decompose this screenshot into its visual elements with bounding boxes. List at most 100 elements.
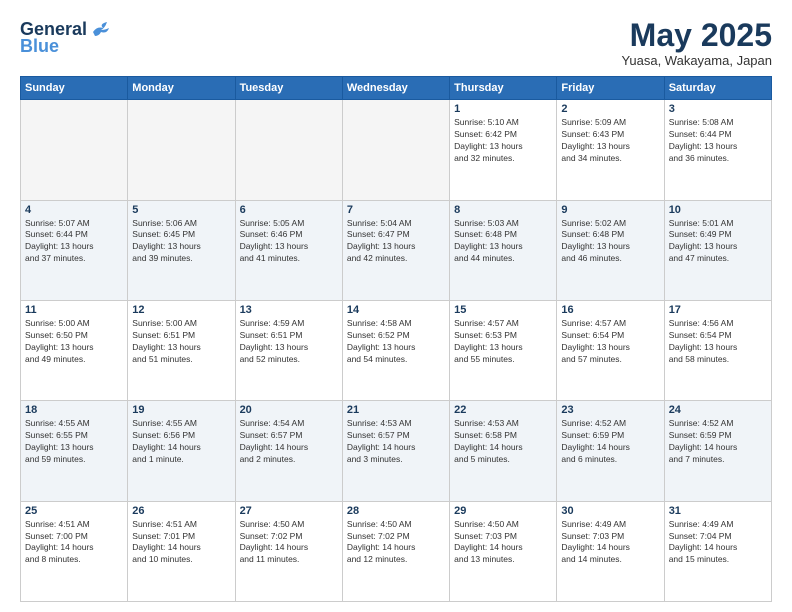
day-info: Sunrise: 4:56 AM Sunset: 6:54 PM Dayligh… [669,318,767,366]
col-sunday: Sunday [21,77,128,100]
day-info: Sunrise: 5:09 AM Sunset: 6:43 PM Dayligh… [561,117,659,165]
table-row: 30 Sunrise: 4:49 AM Sunset: 7:03 PM Dayli… [557,501,664,601]
day-number: 7 [347,204,445,216]
day-info: Sunrise: 4:52 AM Sunset: 6:59 PM Dayligh… [669,418,767,466]
day-number: 12 [132,304,230,316]
day-number: 22 [454,404,552,416]
calendar-week-row: 1 Sunrise: 5:10 AM Sunset: 6:42 PM Daylig… [21,100,772,200]
day-number: 6 [240,204,338,216]
day-info: Sunrise: 4:53 AM Sunset: 6:58 PM Dayligh… [454,418,552,466]
day-info: Sunrise: 4:49 AM Sunset: 7:04 PM Dayligh… [669,519,767,567]
logo-bird-icon [89,18,111,40]
table-row: 1 Sunrise: 5:10 AM Sunset: 6:42 PM Daylig… [450,100,557,200]
day-info: Sunrise: 4:57 AM Sunset: 6:54 PM Dayligh… [561,318,659,366]
table-row: 26Sunrise: 4:51 AM Sunset: 7:01 PM Dayli… [128,501,235,601]
day-info: Sunrise: 5:04 AM Sunset: 6:47 PM Dayligh… [347,218,445,266]
day-number: 21 [347,404,445,416]
day-number: 26 [132,505,230,517]
calendar-week-row: 25 Sunrise: 4:51 AM Sunset: 7:00 PM Dayli… [21,501,772,601]
day-number: 20 [240,404,338,416]
calendar-week-row: 4Sunrise: 5:07 AM Sunset: 6:44 PM Daylig… [21,200,772,300]
table-row: 27 Sunrise: 4:50 AM Sunset: 7:02 PM Dayli… [235,501,342,601]
day-number: 16 [561,304,659,316]
day-info: Sunrise: 5:06 AM Sunset: 6:45 PM Dayligh… [132,218,230,266]
table-row: 28Sunrise: 4:50 AM Sunset: 7:02 PM Dayli… [342,501,449,601]
day-number: 19 [132,404,230,416]
day-number: 25 [25,505,123,517]
day-info: Sunrise: 4:50 AM Sunset: 7:03 PM Dayligh… [454,519,552,567]
col-wednesday: Wednesday [342,77,449,100]
table-row: 7 Sunrise: 5:04 AM Sunset: 6:47 PM Daylig… [342,200,449,300]
day-number: 29 [454,505,552,517]
table-row: 8 Sunrise: 5:03 AM Sunset: 6:48 PM Daylig… [450,200,557,300]
day-info: Sunrise: 4:53 AM Sunset: 6:57 PM Dayligh… [347,418,445,466]
day-number: 9 [561,204,659,216]
day-info: Sunrise: 4:55 AM Sunset: 6:55 PM Dayligh… [25,418,123,466]
table-row: 19 Sunrise: 4:55 AM Sunset: 6:56 PM Dayli… [128,401,235,501]
table-row: 13Sunrise: 4:59 AM Sunset: 6:51 PM Dayli… [235,300,342,400]
title-area: May 2025 Yuasa, Wakayama, Japan [621,18,772,68]
month-title: May 2025 [621,18,772,53]
calendar-week-row: 11 Sunrise: 5:00 AM Sunset: 6:50 PM Dayli… [21,300,772,400]
calendar-header-row: Sunday Monday Tuesday Wednesday Thursday… [21,77,772,100]
table-row: 17 Sunrise: 4:56 AM Sunset: 6:54 PM Dayli… [664,300,771,400]
calendar-table: Sunday Monday Tuesday Wednesday Thursday… [20,76,772,602]
table-row: 21 Sunrise: 4:53 AM Sunset: 6:57 PM Dayli… [342,401,449,501]
table-row: 10 Sunrise: 5:01 AM Sunset: 6:49 PM Dayli… [664,200,771,300]
day-number: 24 [669,404,767,416]
table-row: 11 Sunrise: 5:00 AM Sunset: 6:50 PM Dayli… [21,300,128,400]
day-number: 11 [25,304,123,316]
day-number: 10 [669,204,767,216]
table-row: 9 Sunrise: 5:02 AM Sunset: 6:48 PM Daylig… [557,200,664,300]
table-row [21,100,128,200]
table-row: 12 Sunrise: 5:00 AM Sunset: 6:51 PM Dayli… [128,300,235,400]
day-number: 14 [347,304,445,316]
day-number: 18 [25,404,123,416]
day-number: 23 [561,404,659,416]
table-row: 31Sunrise: 4:49 AM Sunset: 7:04 PM Dayli… [664,501,771,601]
day-info: Sunrise: 4:49 AM Sunset: 7:03 PM Dayligh… [561,519,659,567]
day-info: Sunrise: 5:07 AM Sunset: 6:44 PM Dayligh… [25,218,123,266]
day-info: Sunrise: 4:50 AM Sunset: 7:02 PM Dayligh… [240,519,338,567]
table-row: 5 Sunrise: 5:06 AM Sunset: 6:45 PM Daylig… [128,200,235,300]
day-number: 30 [561,505,659,517]
table-row: 15 Sunrise: 4:57 AM Sunset: 6:53 PM Dayli… [450,300,557,400]
day-info: Sunrise: 4:58 AM Sunset: 6:52 PM Dayligh… [347,318,445,366]
table-row: 25 Sunrise: 4:51 AM Sunset: 7:00 PM Dayli… [21,501,128,601]
day-info: Sunrise: 5:00 AM Sunset: 6:51 PM Dayligh… [132,318,230,366]
day-info: Sunrise: 5:10 AM Sunset: 6:42 PM Dayligh… [454,117,552,165]
table-row: 20 Sunrise: 4:54 AM Sunset: 6:57 PM Dayli… [235,401,342,501]
calendar-week-row: 18 Sunrise: 4:55 AM Sunset: 6:55 PM Dayli… [21,401,772,501]
day-info: Sunrise: 4:57 AM Sunset: 6:53 PM Dayligh… [454,318,552,366]
day-info: Sunrise: 5:05 AM Sunset: 6:46 PM Dayligh… [240,218,338,266]
table-row: 24 Sunrise: 4:52 AM Sunset: 6:59 PM Dayli… [664,401,771,501]
day-info: Sunrise: 4:51 AM Sunset: 7:00 PM Dayligh… [25,519,123,567]
logo: General Blue [20,18,111,57]
table-row: 22 Sunrise: 4:53 AM Sunset: 6:58 PM Dayli… [450,401,557,501]
day-number: 17 [669,304,767,316]
day-info: Sunrise: 4:54 AM Sunset: 6:57 PM Dayligh… [240,418,338,466]
col-monday: Monday [128,77,235,100]
day-info: Sunrise: 5:02 AM Sunset: 6:48 PM Dayligh… [561,218,659,266]
table-row: 14 Sunrise: 4:58 AM Sunset: 6:52 PM Dayli… [342,300,449,400]
col-tuesday: Tuesday [235,77,342,100]
day-info: Sunrise: 5:03 AM Sunset: 6:48 PM Dayligh… [454,218,552,266]
day-info: Sunrise: 5:00 AM Sunset: 6:50 PM Dayligh… [25,318,123,366]
day-info: Sunrise: 4:55 AM Sunset: 6:56 PM Dayligh… [132,418,230,466]
day-number: 1 [454,103,552,115]
day-number: 15 [454,304,552,316]
day-number: 28 [347,505,445,517]
table-row [235,100,342,200]
table-row: 6 Sunrise: 5:05 AM Sunset: 6:46 PM Daylig… [235,200,342,300]
table-row: 2Sunrise: 5:09 AM Sunset: 6:43 PM Daylig… [557,100,664,200]
day-number: 8 [454,204,552,216]
day-number: 5 [132,204,230,216]
table-row: 23 Sunrise: 4:52 AM Sunset: 6:59 PM Dayli… [557,401,664,501]
day-info: Sunrise: 5:01 AM Sunset: 6:49 PM Dayligh… [669,218,767,266]
day-number: 27 [240,505,338,517]
day-info: Sunrise: 4:52 AM Sunset: 6:59 PM Dayligh… [561,418,659,466]
day-info: Sunrise: 4:59 AM Sunset: 6:51 PM Dayligh… [240,318,338,366]
day-number: 3 [669,103,767,115]
table-row: 4Sunrise: 5:07 AM Sunset: 6:44 PM Daylig… [21,200,128,300]
table-row [342,100,449,200]
